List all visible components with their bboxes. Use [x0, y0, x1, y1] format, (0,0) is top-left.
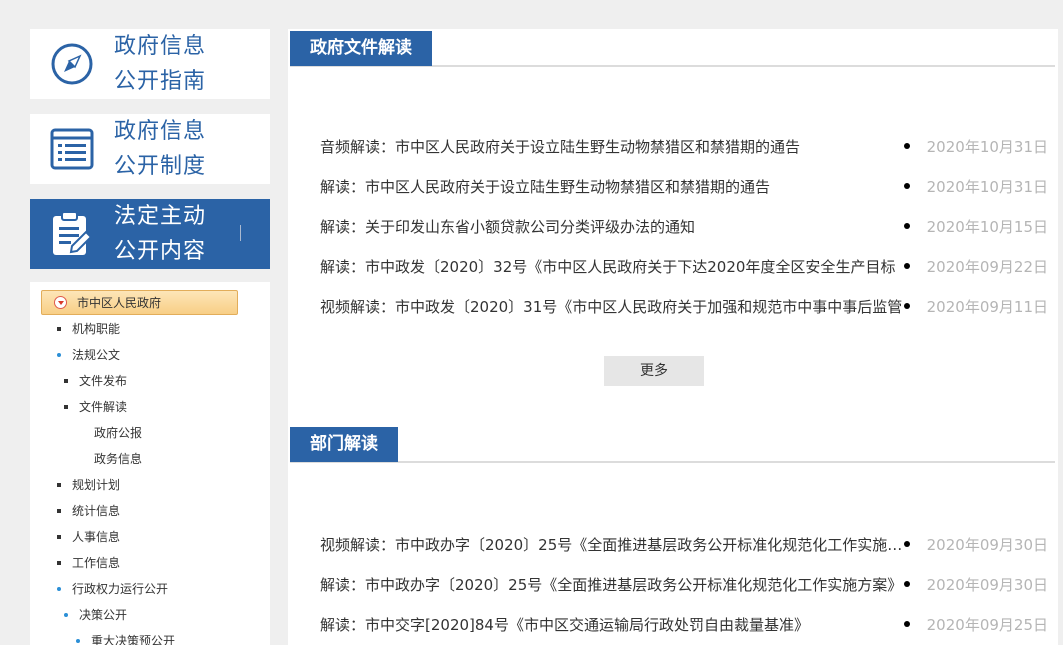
card-title: 政府信息 公开指南 — [114, 29, 206, 99]
card-title: 法定主动 公开内容 — [114, 199, 206, 269]
news-date: 2020年09月30日 — [926, 575, 1048, 594]
tree-item-label: 文件发布 — [79, 374, 128, 388]
bullet-icon — [904, 263, 910, 269]
section-tab[interactable]: 部门解读 — [290, 427, 398, 462]
bullet-icon — [904, 581, 910, 587]
tree-item[interactable]: 文件解读 — [64, 398, 127, 415]
bullet-icon — [57, 352, 61, 357]
tree-item-label: 政府公报 — [94, 426, 143, 440]
bullet-icon — [904, 143, 910, 149]
news-item[interactable]: 音频解读：市中区人民政府关于设立陆生野生动物禁猎区和禁猎期的通告 2020年10… — [320, 135, 1048, 157]
left-sidebar: 政府信息 公开指南 政府信息 公开制度 法定主动 公开内容 市中区人民政府 机构… — [30, 0, 270, 645]
bullet-icon — [904, 183, 910, 189]
news-item[interactable]: 解读：市中区人民政府关于设立陆生野生动物禁猎区和禁猎期的通告 2020年10月3… — [320, 175, 1048, 197]
tree-item-label: 工作信息 — [72, 556, 121, 570]
news-title[interactable]: 音频解读：市中区人民政府关于设立陆生野生动物禁猎区和禁猎期的通告 — [320, 136, 904, 157]
news-title[interactable]: 解读：市中政发〔2020〕32号《市中区人民政府关于下达2020年度全区安全生产… — [320, 256, 904, 277]
card-title-line2: 公开内容 — [114, 239, 207, 264]
news-title[interactable]: 视频解读：市中政办字〔2020〕25号《全面推进基层政务公开标准化规范化工作实施… — [320, 534, 904, 555]
tree-item[interactable]: 人事信息 — [57, 528, 120, 545]
bullet-icon — [57, 534, 61, 539]
news-item[interactable]: 视频解读：市中政发〔2020〕31号《市中区人民政府关于加强和规范市中事中事后监… — [320, 295, 1048, 317]
text-cursor — [240, 225, 241, 241]
card-disclosure-system[interactable]: 政府信息 公开制度 — [30, 114, 270, 184]
tree-root-label: 市中区人民政府 — [77, 296, 162, 310]
news-item[interactable]: 解读：关于印发山东省小额贷款公司分类评级办法的通知 2020年10月15日 — [320, 215, 1048, 237]
card-title-line1: 政府信息 — [114, 34, 207, 59]
news-title[interactable]: 解读：市中交字[2020]84号《市中区交通运输局行政处罚自由裁量基准》 — [320, 614, 904, 635]
page: 政府信息 公开指南 政府信息 公开制度 法定主动 公开内容 市中区人民政府 机构… — [0, 0, 1063, 645]
card-statutory-disclosure[interactable]: 法定主动 公开内容 — [30, 199, 270, 269]
tree-root[interactable]: 市中区人民政府 — [41, 290, 238, 315]
tree-item[interactable]: 政务信息 — [94, 450, 142, 467]
card-title-line2: 公开制度 — [114, 154, 207, 179]
section-header-dept: 部门解读 — [290, 427, 1055, 463]
tree-item-label: 行政权力运行公开 — [72, 582, 169, 596]
bullet-icon — [64, 404, 68, 409]
tree-item-label: 政务信息 — [94, 452, 143, 466]
tree-item[interactable]: 重大决策预公开 — [76, 632, 175, 645]
bullet-icon — [64, 612, 68, 617]
bullet-icon — [64, 378, 68, 383]
bullet-icon — [904, 621, 910, 627]
tree-item-label: 法规公文 — [72, 348, 121, 362]
news-date: 2020年09月22日 — [926, 257, 1048, 276]
news-date: 2020年10月15日 — [926, 217, 1048, 236]
news-date: 2020年10月31日 — [926, 177, 1048, 196]
card-disclosure-guide[interactable]: 政府信息 公开指南 — [30, 29, 270, 99]
bullet-icon — [904, 541, 910, 547]
news-date: 2020年09月25日 — [926, 615, 1048, 634]
section-header-gov-docs: 政府文件解读 — [290, 31, 1055, 67]
bullet-icon — [904, 303, 910, 309]
tree-item[interactable]: 行政权力运行公开 — [57, 580, 168, 597]
news-item[interactable]: 解读：市中政发〔2020〕32号《市中区人民政府关于下达2020年度全区安全生产… — [320, 255, 1048, 277]
list-icon — [30, 114, 114, 184]
bullet-icon — [57, 326, 61, 331]
collapse-arrow-icon[interactable] — [54, 296, 67, 309]
news-item[interactable]: 视频解读：市中政办字〔2020〕25号《全面推进基层政务公开标准化规范化工作实施… — [320, 533, 1048, 555]
tree-item[interactable]: 统计信息 — [57, 502, 120, 519]
tree-item-label: 决策公开 — [79, 608, 128, 622]
tree-item-label: 文件解读 — [79, 400, 128, 414]
tree-item[interactable]: 规划计划 — [57, 476, 120, 493]
tree-item-label: 统计信息 — [72, 504, 121, 518]
news-title[interactable]: 解读：市中政办字〔2020〕25号《全面推进基层政务公开标准化规范化工作实施方案… — [320, 574, 904, 595]
news-date: 2020年09月11日 — [926, 297, 1048, 316]
card-title-line2: 公开指南 — [114, 69, 207, 94]
news-title[interactable]: 视频解读：市中政发〔2020〕31号《市中区人民政府关于加强和规范市中事中事后监… — [320, 296, 904, 317]
tree-item[interactable]: 机构职能 — [57, 320, 120, 337]
bullet-icon — [57, 586, 61, 591]
clipboard-edit-icon — [30, 199, 114, 269]
category-tree: 市中区人民政府 机构职能 法规公文 文件发布 文件解读 政府公报 政务信息 规划… — [30, 282, 270, 645]
card-title-line1: 政府信息 — [114, 119, 207, 144]
bullet-icon — [76, 638, 80, 643]
news-title[interactable]: 解读：关于印发山东省小额贷款公司分类评级办法的通知 — [320, 216, 904, 237]
bullet-icon — [57, 560, 61, 565]
card-title-line1: 法定主动 — [114, 204, 207, 229]
news-title[interactable]: 解读：市中区人民政府关于设立陆生野生动物禁猎区和禁猎期的通告 — [320, 176, 904, 197]
news-date: 2020年09月30日 — [926, 535, 1048, 554]
tree-item-label: 机构职能 — [72, 322, 121, 336]
tree-item[interactable]: 法规公文 — [57, 346, 120, 363]
news-item[interactable]: 解读：市中交字[2020]84号《市中区交通运输局行政处罚自由裁量基准》 202… — [320, 613, 1048, 635]
tree-item-label: 人事信息 — [72, 530, 121, 544]
news-date: 2020年10月31日 — [926, 137, 1048, 156]
main-content: 政府文件解读 音频解读：市中区人民政府关于设立陆生野生动物禁猎区和禁猎期的通告 … — [288, 29, 1058, 645]
section-tab[interactable]: 政府文件解读 — [290, 31, 432, 66]
card-title: 政府信息 公开制度 — [114, 114, 206, 184]
bullet-icon — [904, 223, 910, 229]
tree-item[interactable]: 工作信息 — [57, 554, 120, 571]
bullet-icon — [57, 482, 61, 487]
tree-item[interactable]: 文件发布 — [64, 372, 127, 389]
tree-item[interactable]: 决策公开 — [64, 606, 127, 623]
bullet-icon — [57, 508, 61, 513]
news-item[interactable]: 解读：市中政办字〔2020〕25号《全面推进基层政务公开标准化规范化工作实施方案… — [320, 573, 1048, 595]
compass-icon — [30, 29, 114, 99]
tree-item-label: 规划计划 — [72, 478, 121, 492]
tree-item[interactable]: 政府公报 — [94, 424, 142, 441]
more-button[interactable]: 更多 — [604, 356, 704, 386]
tree-item-label: 重大决策预公开 — [91, 634, 176, 645]
